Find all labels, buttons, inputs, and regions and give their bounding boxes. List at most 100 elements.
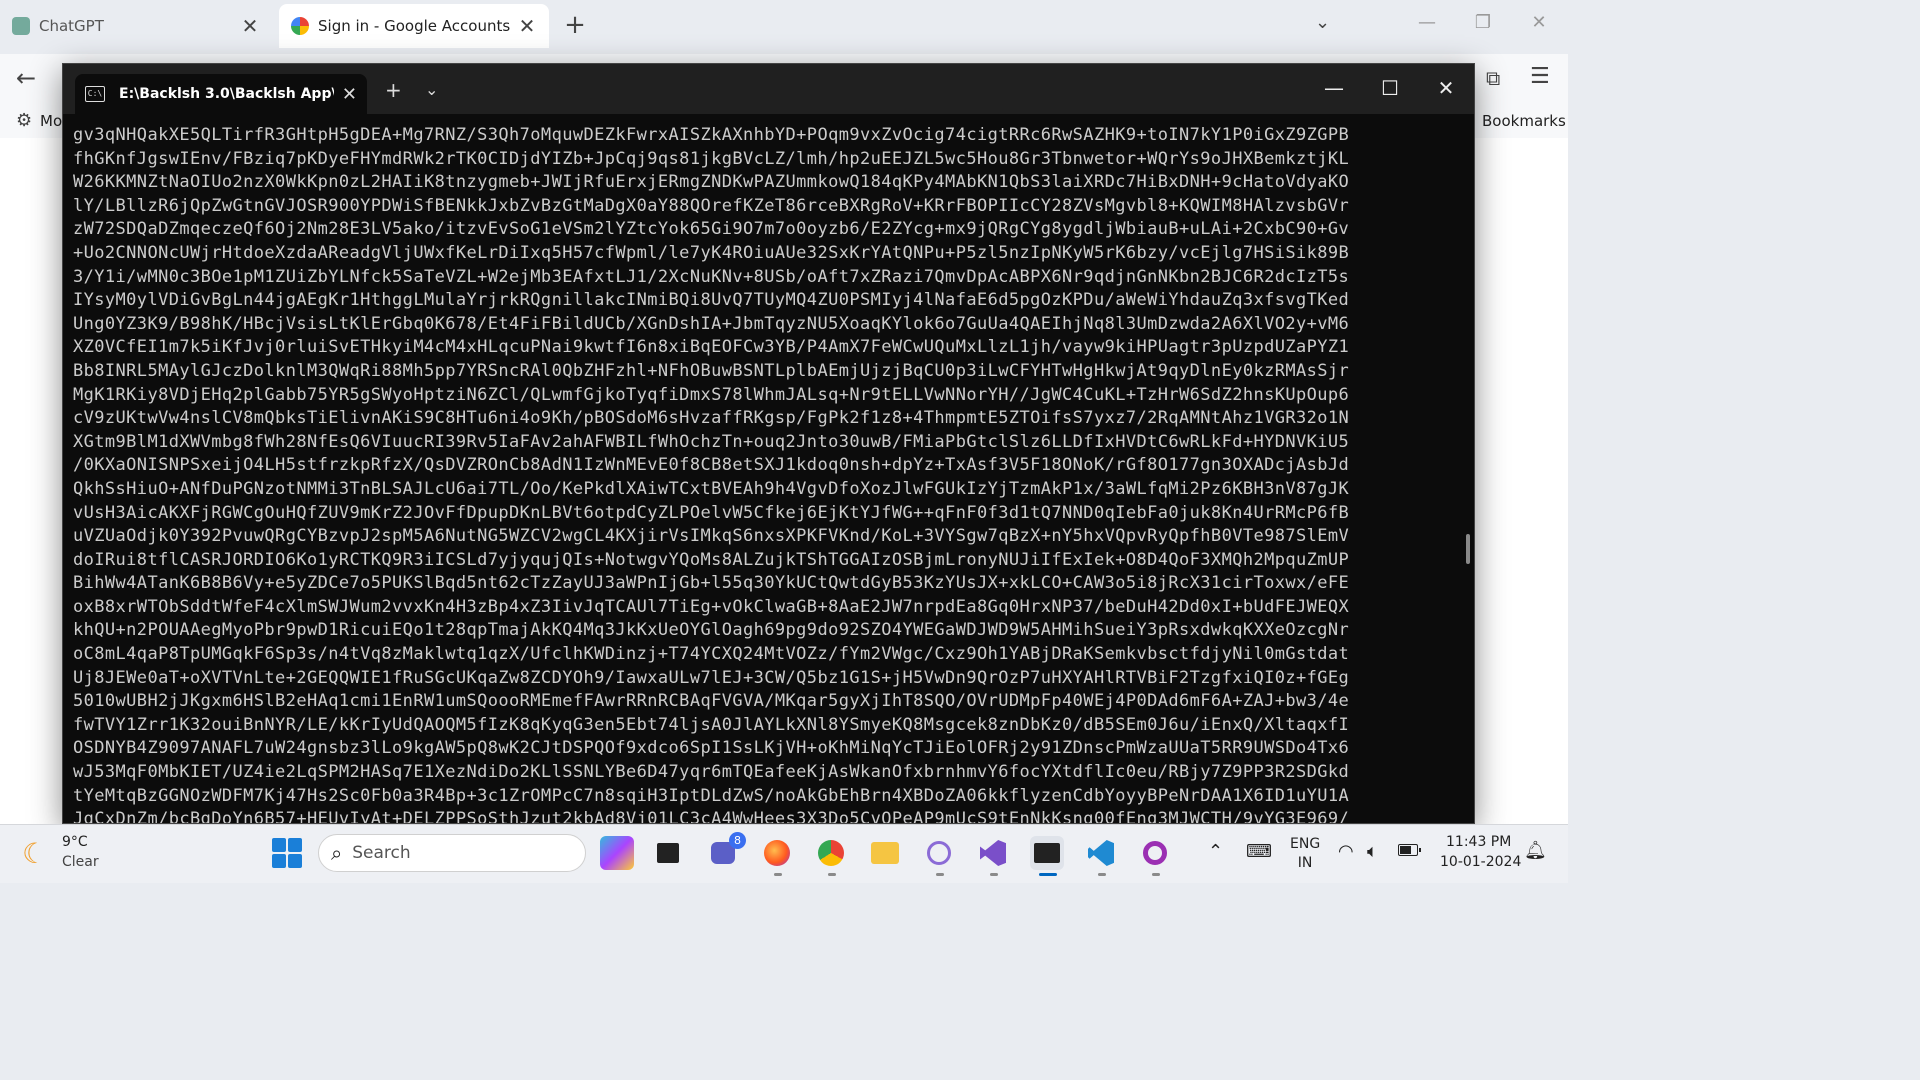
taskbar-search[interactable]: ⌕ Search <box>318 834 586 872</box>
wifi-icon[interactable]: ◠ <box>1338 841 1354 862</box>
vscode-icon[interactable] <box>1084 836 1118 870</box>
chevron-down-icon[interactable]: ⌄ <box>425 80 438 99</box>
minimize-icon[interactable]: — <box>1412 12 1442 33</box>
language-code: ENG <box>1290 836 1321 852</box>
terminal-line: QkhSsHiuO+ANfDuPGNzotNMMi3TnBLSAJLcU6ai7… <box>73 478 1350 499</box>
close-window-icon[interactable]: ✕ <box>1524 12 1554 33</box>
windows-logo-icon <box>288 838 302 852</box>
terminal-line: vUsH3AicAKXFjRGWCgOuHQfZUV9mKrZ2JOvFfDpu… <box>73 502 1350 523</box>
running-indicator <box>1098 873 1106 876</box>
new-terminal-tab-button[interactable]: + <box>385 78 402 102</box>
terminal-line: XZ0VCfEI1m7k5iKfJvj0rluiSvETHkyiM4cM4xHL… <box>73 337 1350 358</box>
terminal-line: fwTVY1Zrr1K32ouiBnNYR/LE/kKrIyUdQAOQM5fI… <box>73 714 1350 735</box>
bookmark-item[interactable]: Mo <box>40 112 62 130</box>
notification-badge: 8 <box>729 832 746 849</box>
windows-logo-icon <box>272 854 286 868</box>
chrome-icon[interactable] <box>814 836 848 870</box>
file-explorer-icon[interactable] <box>868 836 902 870</box>
terminal-line: Ung0YZ3K9/B98hK/HBcjVsisLtKlErGbq0K678/E… <box>73 313 1350 334</box>
tab-title: Sign in - Google Accounts <box>318 17 511 35</box>
terminal-line: wJ53MqF0MbKIET/UZ4ie2LqSPM2HASq7E1XezNdi… <box>73 762 1350 783</box>
restore-icon[interactable]: ❐ <box>1468 12 1498 33</box>
terminal-line: BihWw4ATanK6B8B6Vy+e5yZDCe7o5PUKSlBqd5nt… <box>73 573 1350 594</box>
terminal-line: oxB8xrWTObSddtWfeF4cXlmSWJWum2vvxKn4H3zB… <box>73 596 1350 617</box>
search-placeholder: Search <box>352 843 411 863</box>
firefox-icon[interactable] <box>760 836 794 870</box>
running-indicator <box>828 873 836 876</box>
terminal-line: +Uo2CNNONcUWjrHtdoeXzdaAReadgVljUWxfKeLr… <box>73 242 1350 263</box>
back-arrow-icon[interactable]: ← <box>16 64 36 92</box>
close-tab-icon[interactable]: ✕ <box>342 84 357 105</box>
terminal-titlebar: C:\ E:\Backlsh 3.0\Backlsh App\Ba ✕ + ⌄ … <box>63 64 1474 114</box>
terminal-line: Bb8INRL5MAylGJczDolknlM3QWqRi88Mh5pp7YRS… <box>73 360 1350 381</box>
terminal-line: cV9zUKtwVw4nslCV8mQbksTiElivnAKiS9C8HTu6… <box>73 408 1350 429</box>
weather-temperature[interactable]: 9°C <box>62 834 88 850</box>
extensions-icon[interactable]: ⧉ <box>1486 66 1500 90</box>
task-view-icon[interactable] <box>651 836 685 870</box>
terminal-line: lY/LBllzR6jQpZwGtnGVJOSR900YPDWiSfBENkkJ… <box>73 195 1350 216</box>
terminal-window: C:\ E:\Backlsh 3.0\Backlsh App\Ba ✕ + ⌄ … <box>62 63 1475 824</box>
terminal-line: uVZUaOdjk0Y392PvuwQRgCYBzvpJ2spM5A6NutNG… <box>73 526 1350 547</box>
browser-tabstrip: ChatGPT ✕ Sign in - Google Accounts ✕ + … <box>0 0 1568 54</box>
close-tab-icon[interactable]: ✕ <box>240 14 260 38</box>
close-window-icon[interactable]: ✕ <box>1431 76 1461 100</box>
chat-icon[interactable]: 8 <box>706 832 746 870</box>
notification-bell-icon[interactable]: 🔔︎ <box>1524 840 1547 861</box>
search-icon: ⌕ <box>331 841 343 865</box>
clock-time[interactable]: 11:43 PM <box>1446 834 1511 850</box>
terminal-line: oC8mL4qaP8TpUMGqkF6Sp3s/n4tVq8zMaklwtq1q… <box>73 644 1350 665</box>
battery-icon[interactable] <box>1398 844 1421 856</box>
terminal-line: W26KKMNZtNaOIUo2nzX0WkKpn0zL2HAIiK8tnzyg… <box>73 172 1350 193</box>
windows-logo-icon <box>288 854 302 868</box>
running-indicator <box>990 873 998 876</box>
language-indicator[interactable]: ENG IN <box>1290 835 1320 873</box>
close-tab-icon[interactable]: ✕ <box>517 14 537 38</box>
running-indicator <box>936 873 944 876</box>
terminal-line: doIRui8tflCASRJORDIO6Ko1yRCTKQ9R3iICSLd7… <box>73 549 1350 570</box>
command-prompt-icon: C:\ <box>85 86 105 102</box>
maximize-icon[interactable]: ☐ <box>1375 76 1405 100</box>
terminal-output[interactable]: gv3qNHQakXE5QLTirfR3GHtpH5gDEA+Mg7RNZ/S3… <box>73 124 1448 824</box>
start-button[interactable] <box>272 838 302 868</box>
gear-icon: ⚙ <box>16 110 33 131</box>
weather-description[interactable]: Clear <box>62 854 99 870</box>
chat-app-icon[interactable] <box>922 836 956 870</box>
tab-title: ChatGPT <box>39 17 104 35</box>
new-tab-button[interactable]: + <box>562 10 588 40</box>
chatgpt-icon <box>12 17 30 35</box>
tab-search-chevron-icon[interactable]: ⌄ <box>1315 12 1330 33</box>
browser-tab-chatgpt[interactable]: ChatGPT ✕ <box>0 4 272 48</box>
chevron-up-icon[interactable]: ⌃ <box>1208 841 1223 862</box>
taskbar: ☾ 9°C Clear ⌕ Search 8 ⌃ ⌨ ENG IN ◠ 🔈︎ 1… <box>0 824 1568 883</box>
terminal-line: Uj8JEWe0aT+oXVTVnLte+2GEQQWIE1fRuSGcUKqa… <box>73 667 1350 688</box>
scrollbar[interactable] <box>1466 534 1470 564</box>
terminal-tab[interactable]: C:\ E:\Backlsh 3.0\Backlsh App\Ba ✕ <box>75 74 367 114</box>
terminal-line: khQU+n2POUAAegMyoPbr9pwD1RicuiEQo1t28qpT… <box>73 620 1350 641</box>
all-bookmarks-link[interactable]: Bookmarks <box>1482 112 1566 130</box>
visual-studio-icon[interactable] <box>976 836 1010 870</box>
clock-date[interactable]: 10-01-2024 <box>1440 854 1521 870</box>
terminal-line: 5010wUBH2jJKgxm6HSlB2eHAq1cmi1EnRW1umSQo… <box>73 691 1350 712</box>
terminal-line: /0KXaONISNPSxeijO4LH5stfrzkpRfzX/QsDVZRO… <box>73 455 1350 476</box>
running-indicator <box>774 873 782 876</box>
windows-logo-icon <box>272 838 286 852</box>
terminal-line: IYsyM0ylVDiGvBgLn44jgAEgKr1HthggLMulaYrj… <box>73 290 1350 311</box>
keyboard-icon[interactable]: ⌨ <box>1246 841 1272 862</box>
volume-icon[interactable]: 🔈︎ <box>1367 841 1378 862</box>
terminal-icon[interactable] <box>1030 836 1064 870</box>
browser-tab-google-signin[interactable]: Sign in - Google Accounts ✕ <box>279 4 549 48</box>
menu-icon[interactable]: ☰ <box>1530 64 1550 89</box>
terminal-line: tYeMtqBzGGNOzWDFM7Kj47Hs2Sc0Fb0a3R4Bp+3c… <box>73 785 1350 806</box>
terminal-line: OSDNYB4Z9097ANAFL7uW24gnsbz3lLo9kgAW5pQ8… <box>73 738 1350 759</box>
terminal-line: fhGKnfJgswIEnv/FBziq7pKDyeFHYmdRWk2rTK0C… <box>73 148 1350 169</box>
language-region: IN <box>1297 855 1313 871</box>
crescent-moon-icon[interactable]: ☾ <box>22 837 54 870</box>
terminal-line: JgCxDnZm/bcBgDoYn6B57+HEUvIyAt+DELZPPSoS… <box>73 809 1350 824</box>
terminal-line: 3/Y1i/wMN0c3BOe1pM1ZUiZbYLNfck5SaTeVZL+W… <box>73 266 1350 287</box>
app-icon[interactable] <box>1138 836 1172 870</box>
minimize-icon[interactable]: — <box>1319 76 1349 100</box>
copilot-icon[interactable] <box>600 836 634 870</box>
google-icon <box>291 17 309 35</box>
active-indicator <box>1039 873 1057 876</box>
running-indicator <box>1152 873 1160 876</box>
